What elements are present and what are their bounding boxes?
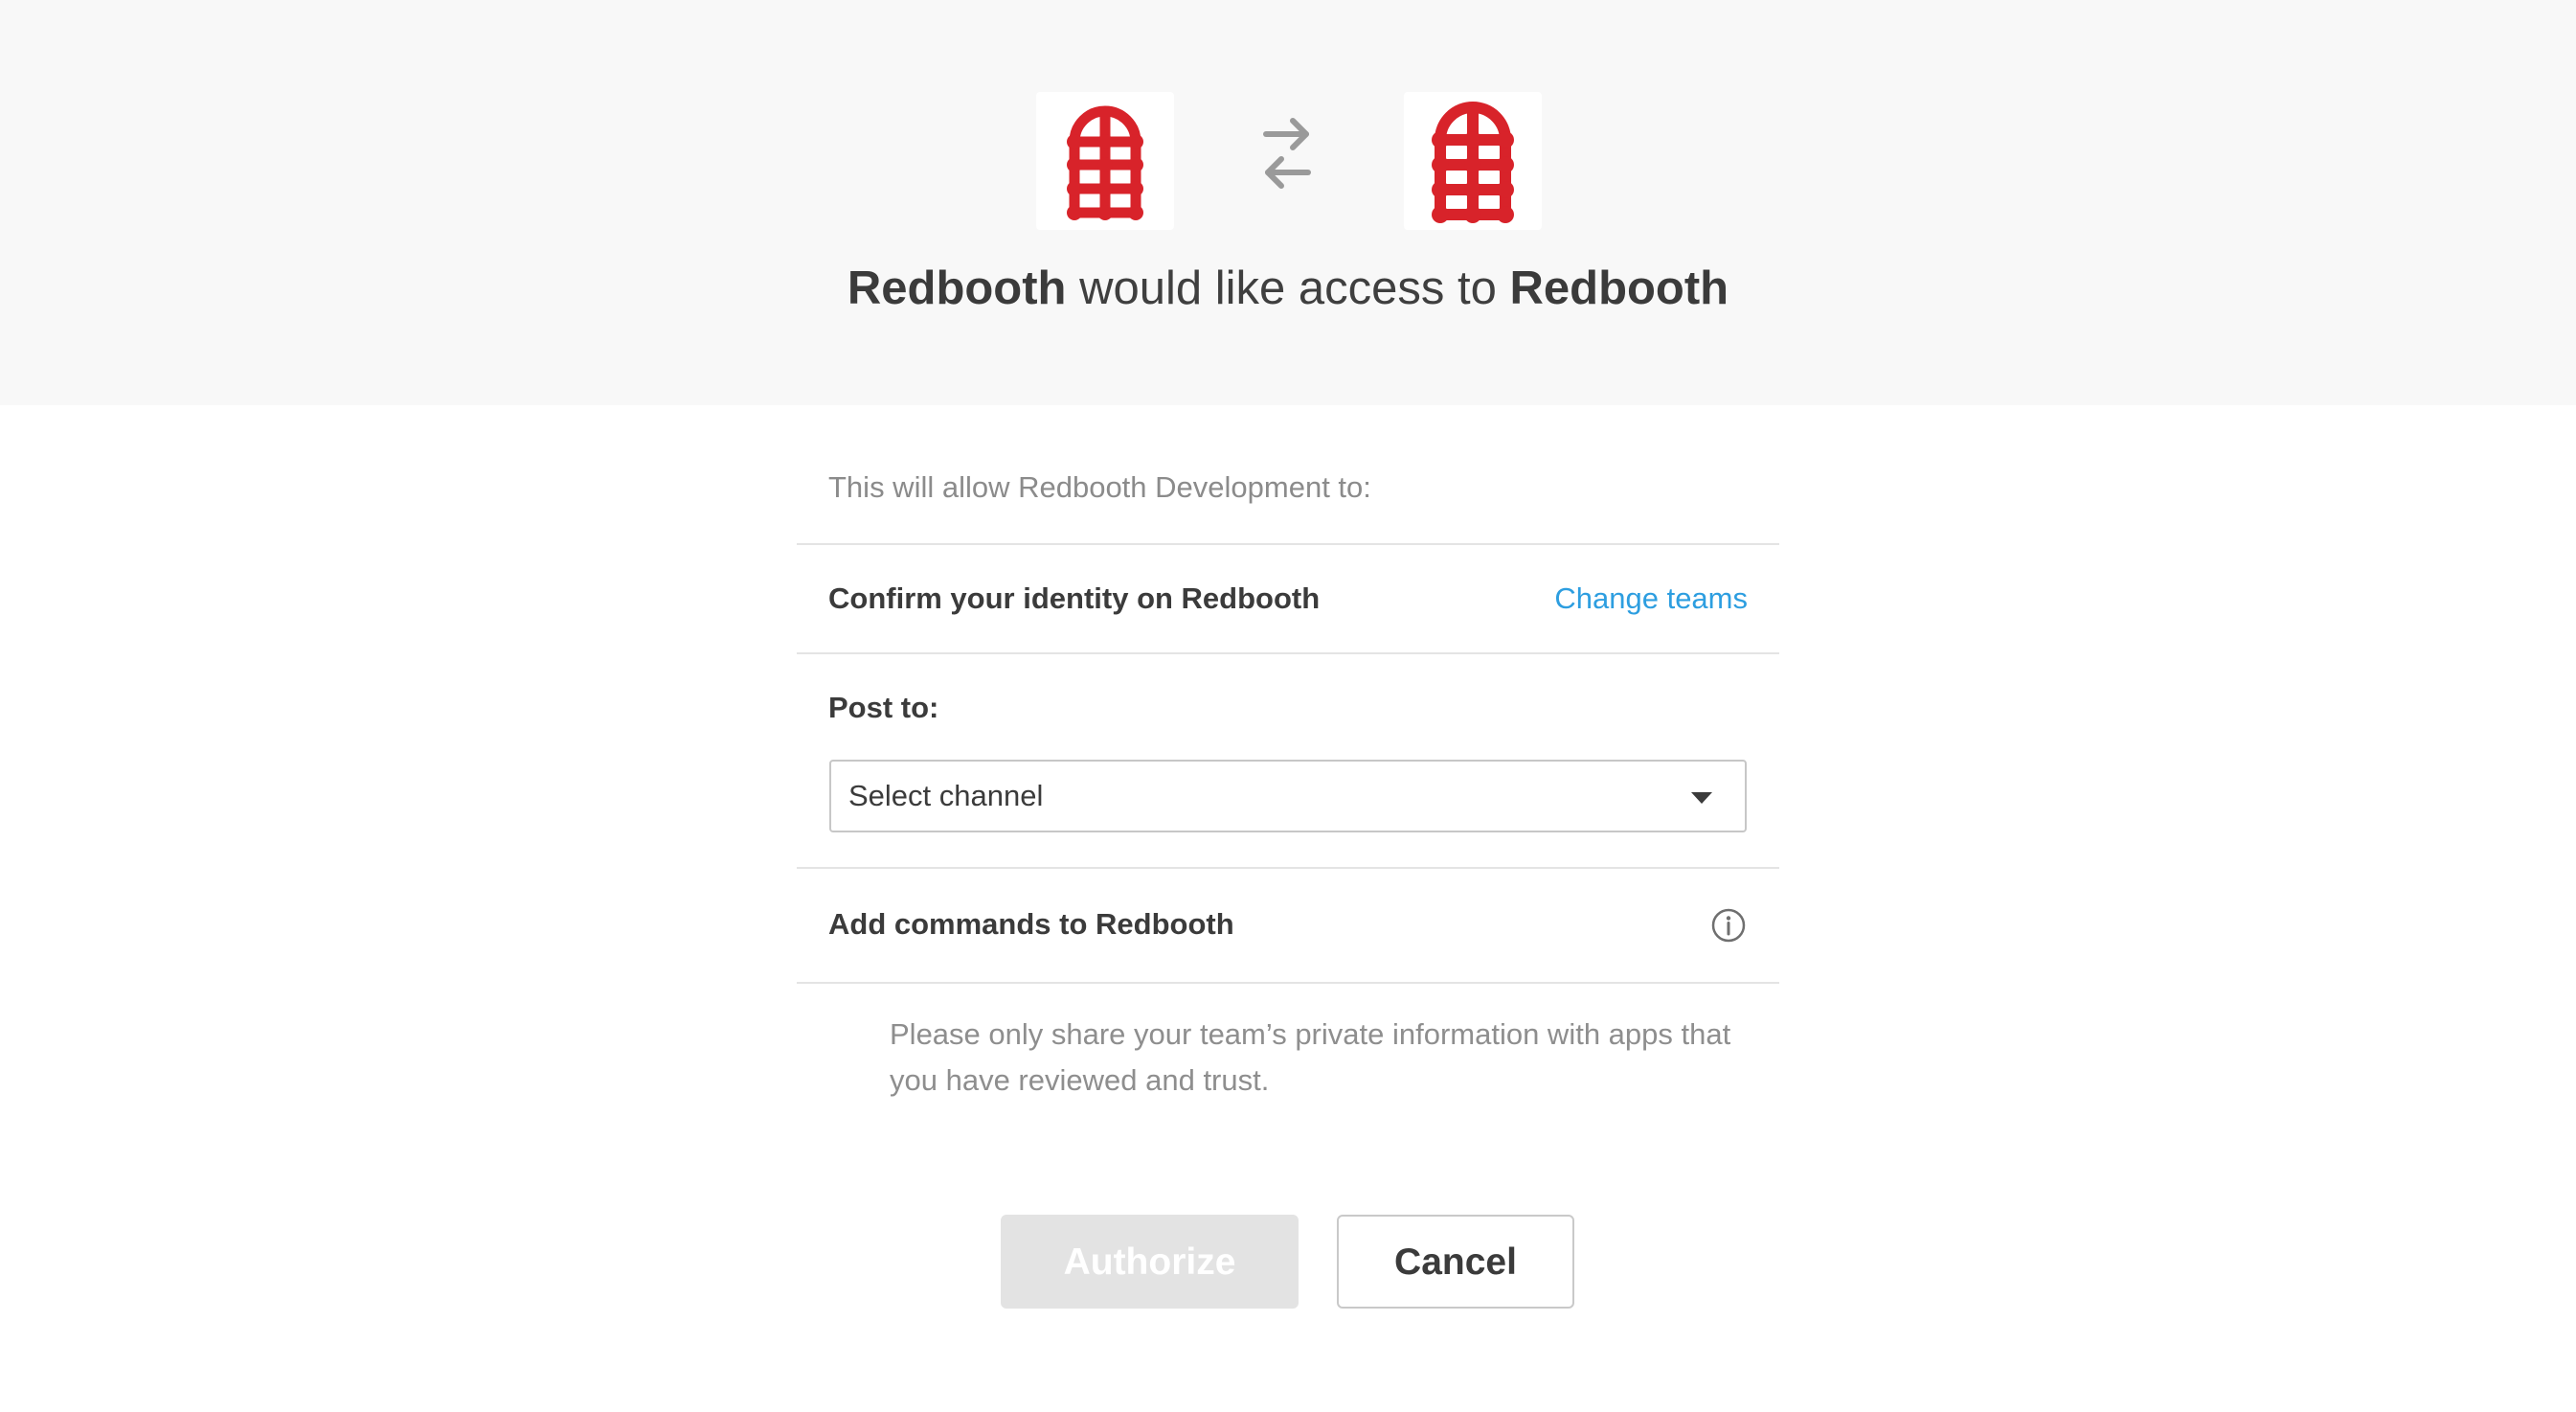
authorize-button[interactable]: Authorize	[1001, 1215, 1299, 1309]
chevron-down-icon	[1691, 792, 1712, 804]
post-to-label: Post to:	[828, 691, 939, 724]
requesting-app-logo	[1036, 92, 1174, 230]
commands-row: Add commands to Redbooth	[797, 869, 1779, 984]
access-request-headline: Redbooth would like access to Redbooth	[0, 255, 2576, 322]
requesting-app-name: Redbooth	[847, 262, 1067, 314]
change-teams-link[interactable]: Change teams	[1554, 581, 1748, 616]
identity-label: Confirm your identity on Redbooth	[828, 581, 1321, 615]
target-app-logo	[1404, 92, 1542, 230]
privacy-notice: Please only share your team’s private in…	[890, 1017, 1731, 1097]
swap-arrows-icon	[1260, 115, 1314, 192]
commands-label: Add commands to Redbooth	[828, 907, 1234, 941]
info-icon[interactable]	[1710, 907, 1747, 944]
redbooth-logo-icon	[1067, 105, 1143, 220]
channel-select-value: Select channel	[848, 779, 1044, 812]
permissions-panel: This will allow Redbooth Development to:…	[797, 405, 1779, 984]
target-app-name: Redbooth	[1509, 262, 1729, 314]
permissions-intro: This will allow Redbooth Development to:	[797, 405, 1779, 545]
redbooth-logo-icon	[1432, 102, 1514, 223]
header-area: Redbooth would like access to Redbooth	[0, 0, 2576, 405]
cancel-button[interactable]: Cancel	[1337, 1215, 1574, 1309]
identity-row: Confirm your identity on Redbooth Change…	[797, 545, 1779, 654]
channel-select[interactable]: Select channel	[829, 760, 1747, 832]
request-text: would like access to	[1066, 262, 1510, 314]
post-to-row: Post to: Select channel	[797, 654, 1779, 869]
